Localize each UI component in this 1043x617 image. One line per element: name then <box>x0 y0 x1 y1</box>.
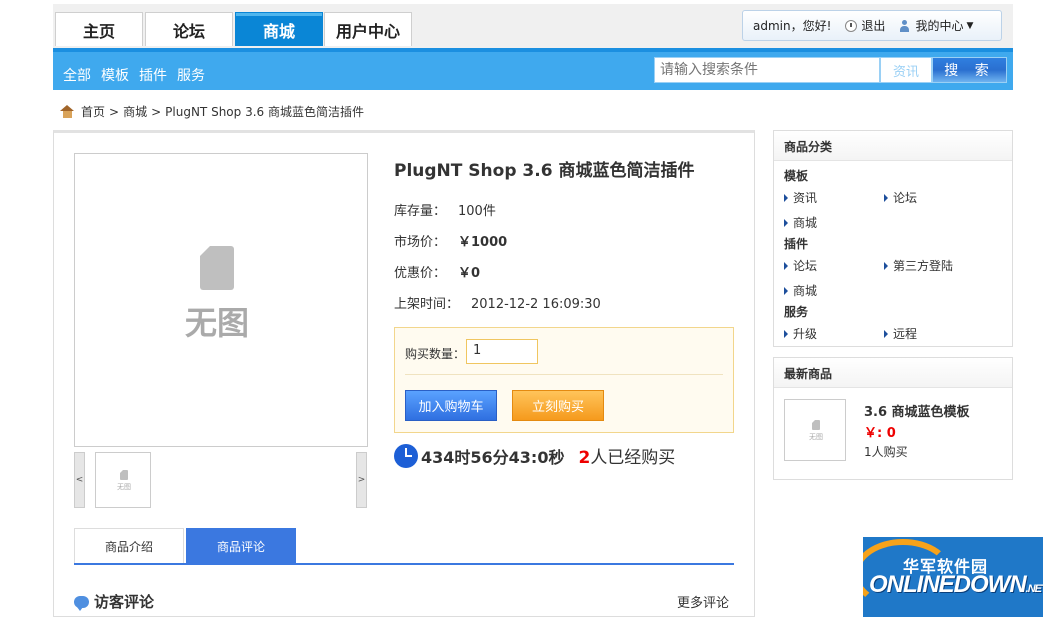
stock-value: 100件 <box>458 204 496 219</box>
bought-count: 2人已经购买 <box>578 443 675 468</box>
document-icon <box>200 246 234 290</box>
purchase-box: 购买数量： 1 加入购物车 立刻购买 <box>394 327 734 433</box>
visitor-reviews-label: 访客评论 <box>94 593 155 611</box>
sale-price-row: 优惠价： ￥0 <box>394 262 480 281</box>
breadcrumb-current: PlugNT Shop 3.6 商城蓝色简洁插件 <box>165 105 364 119</box>
category-group-plugins: 插件 <box>784 237 809 251</box>
breadcrumb-home[interactable]: 首页 <box>81 103 105 120</box>
listing-time-row: 上架时间： 2012-12-2 16:09:30 <box>394 293 601 312</box>
quantity-input[interactable]: 1 <box>466 339 538 364</box>
subnav-services[interactable]: 服务 <box>177 65 205 85</box>
chat-bubble-icon <box>74 595 89 611</box>
market-price-value: ￥1000 <box>458 235 508 250</box>
search-type-select[interactable]: 资讯 <box>880 57 932 83</box>
newest-product-thumbnail[interactable]: 无图 <box>784 399 846 461</box>
newest-product-price: ￥: 0 <box>864 426 896 441</box>
logout-icon <box>845 19 858 32</box>
logout-label: 退出 <box>861 19 886 33</box>
breadcrumb-mall[interactable]: 商城 <box>123 103 147 120</box>
nav-tab-user-center[interactable]: 用户中心 <box>324 12 412 46</box>
category-group-services: 服务 <box>784 305 809 319</box>
stock-label: 库存量： <box>394 204 447 219</box>
newest-products-title: 最新商品 <box>774 358 1012 388</box>
category-item[interactable]: 第三方登陆 <box>884 257 953 274</box>
more-reviews-link[interactable]: 更多评论 <box>677 592 729 611</box>
sale-price-label: 优惠价： <box>394 266 447 281</box>
tab-product-intro[interactable]: 商品介绍 <box>74 528 184 563</box>
newest-product-sold: 1人购买 <box>864 445 908 459</box>
tab-product-reviews[interactable]: 商品评论 <box>186 528 296 563</box>
category-item[interactable]: 升级 <box>784 325 817 342</box>
product-thumbnail[interactable]: 无图 <box>95 452 151 508</box>
visitor-reviews-title: 访客评论 <box>74 591 154 612</box>
stock-row: 库存量： 100件 <box>394 200 496 219</box>
category-item[interactable]: 远程 <box>884 325 917 342</box>
category-item[interactable]: 论坛 <box>784 257 817 274</box>
onlinedown-watermark-logo: 华军软件园 ONLINEDOWN.NET <box>863 537 1043 617</box>
my-center-label: 我的中心 <box>915 19 964 33</box>
listing-time-value: 2012-12-2 16:09:30 <box>471 297 601 312</box>
watermark-brand: ONLINEDOWN.NET <box>869 571 1043 598</box>
product-main-image: 无图 <box>74 153 368 447</box>
no-image-placeholder: 无图 <box>117 470 131 492</box>
thumb-next-button[interactable]: > <box>356 452 367 508</box>
category-sidebar: 商品分类 模板 资讯 论坛 商城 插件 论坛 第三方登陆 商城 服务 升级 远程 <box>773 130 1013 347</box>
subnav-all[interactable]: 全部 <box>63 65 91 85</box>
category-group-templates: 模板 <box>784 169 809 183</box>
product-title: PlugNT Shop 3.6 商城蓝色简洁插件 <box>394 161 695 181</box>
logout-link[interactable]: 退出 <box>845 17 885 34</box>
sale-price-value: ￥0 <box>458 266 481 281</box>
market-price-row: 市场价： ￥1000 <box>394 231 507 250</box>
nav-tab-mall[interactable]: 商城 <box>235 12 323 46</box>
category-item[interactable]: 资讯 <box>784 189 817 206</box>
tab-underline <box>74 563 734 565</box>
subnav-plugins[interactable]: 插件 <box>139 65 167 85</box>
quantity-label: 购买数量： <box>405 347 466 361</box>
my-center-dropdown[interactable]: 我的中心 ▼ <box>899 17 973 34</box>
bought-suffix: 人已经购买 <box>590 448 676 468</box>
user-greeting: admin，您好! <box>753 19 832 33</box>
countdown-timer: 434时56分43:0秒 2人已经购买 <box>394 443 675 468</box>
countdown-text: 434时56分43:0秒 <box>421 447 565 467</box>
subnav-templates[interactable]: 模板 <box>101 65 129 85</box>
newest-products-box: 最新商品 无图 3.6 商城蓝色模板 ￥: 0 1人购买 <box>773 357 1013 480</box>
buy-now-button[interactable]: 立刻购买 <box>512 390 604 421</box>
no-image-label: 无图 <box>185 304 250 342</box>
home-icon <box>60 105 75 118</box>
no-image-placeholder: 无图 <box>185 246 249 344</box>
category-title: 商品分类 <box>774 131 1012 161</box>
market-price-label: 市场价： <box>394 235 447 250</box>
breadcrumb-separator: > <box>109 104 120 119</box>
divider <box>405 374 723 375</box>
clock-icon <box>394 443 418 468</box>
listing-time-label: 上架时间： <box>394 297 460 312</box>
search-input[interactable] <box>654 57 880 83</box>
caret-down-icon: ▼ <box>966 20 974 31</box>
category-item[interactable]: 商城 <box>784 282 817 299</box>
no-image-label: 无图 <box>809 433 823 441</box>
sub-navigation-bar: 全部 模板 插件 服务 资讯 搜 索 <box>53 48 1013 90</box>
no-image-placeholder: 无图 <box>809 420 823 442</box>
document-icon <box>120 470 128 480</box>
add-to-cart-button[interactable]: 加入购物车 <box>405 390 497 421</box>
user-info-box: admin，您好! 退出 我的中心 ▼ <box>742 10 1002 41</box>
category-item[interactable]: 论坛 <box>884 189 917 206</box>
no-image-label: 无图 <box>117 483 131 491</box>
search-button[interactable]: 搜 索 <box>932 57 1007 83</box>
bought-number: 2 <box>578 448 591 468</box>
person-icon <box>899 19 910 32</box>
category-item[interactable]: 商城 <box>784 214 817 231</box>
thumb-prev-button[interactable]: < <box>74 452 85 508</box>
document-icon <box>812 420 820 430</box>
breadcrumb: 首页 > 商城 > PlugNT Shop 3.6 商城蓝色简洁插件 <box>60 103 364 120</box>
nav-tab-forum[interactable]: 论坛 <box>145 12 233 46</box>
nav-tab-home[interactable]: 主页 <box>55 12 143 46</box>
breadcrumb-separator: > <box>151 104 162 119</box>
newest-product-title[interactable]: 3.6 商城蓝色模板 <box>864 401 970 420</box>
